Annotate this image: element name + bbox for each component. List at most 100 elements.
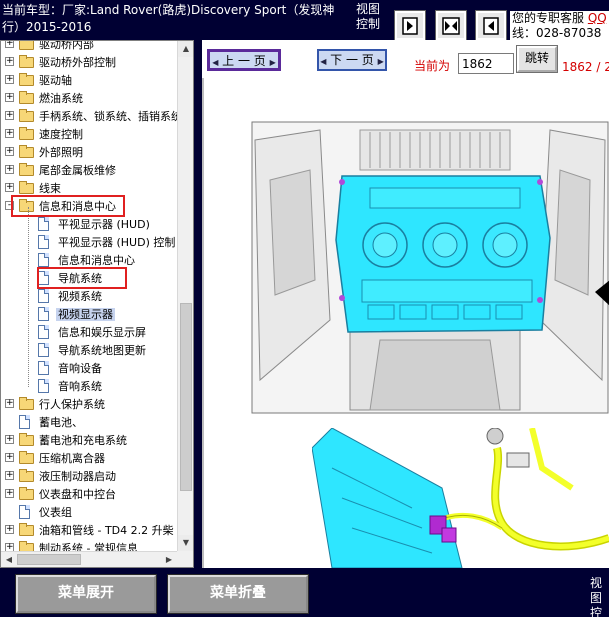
scroll-left-icon[interactable]: ◀ — [1, 552, 17, 567]
page-number-input[interactable] — [458, 53, 514, 74]
tree-item-label: 外部照明 — [39, 146, 83, 159]
document-panel: ◀ 上 一 页 ▶ ◀ 下 一 页 ▶ 当前为 跳转 1862 / 23 — [202, 40, 609, 568]
show-both-panels-button[interactable] — [435, 10, 467, 41]
expand-toggle-icon[interactable]: + — [5, 57, 14, 66]
tree-item[interactable]: + 蓄电池和充电系统 — [1, 431, 177, 449]
tree-item-label: 行人保护系统 — [39, 398, 105, 411]
expand-toggle-icon[interactable]: + — [5, 525, 14, 534]
expand-toggle-icon[interactable]: + — [5, 111, 14, 120]
document-icon — [38, 271, 49, 285]
folder-icon — [19, 163, 34, 176]
tree-horizontal-scroll-thumb[interactable] — [17, 554, 81, 565]
expand-toggle-icon[interactable]: + — [5, 93, 14, 102]
folder-icon — [19, 433, 34, 446]
panel-divider[interactable] — [202, 40, 204, 568]
tree-item[interactable]: + 速度控制 — [1, 125, 177, 143]
folder-icon — [19, 41, 34, 50]
previous-arrow-right-icon: ▶ — [269, 58, 276, 67]
arrow-left-icon — [483, 16, 499, 35]
document-icon — [19, 505, 30, 519]
scroll-up-icon[interactable]: ▲ — [178, 41, 193, 57]
folder-icon — [19, 109, 34, 122]
folder-icon — [19, 451, 34, 464]
tree-item-label: 音响设备 — [58, 362, 102, 375]
tree-item[interactable]: + 仪表盘和中控台 — [1, 485, 177, 503]
expand-menu-button[interactable]: 菜单展开 — [15, 574, 157, 614]
tree-item-label: 液压制动器启动 — [39, 470, 116, 483]
expand-toggle-icon[interactable]: + — [5, 41, 14, 48]
tree-item-label: 蓄电池和充电系统 — [39, 434, 127, 447]
tree-item[interactable]: + 外部照明 — [1, 143, 177, 161]
tree-guide-line — [28, 207, 29, 387]
expand-toggle-icon[interactable]: + — [5, 489, 14, 498]
previous-arrow-icon: ◀ — [212, 58, 219, 67]
tree-item[interactable]: + 驱动桥内部 — [1, 40, 177, 53]
jump-button[interactable]: 跳转 — [516, 45, 558, 73]
tree-item-label: 仪表组 — [39, 506, 72, 519]
expand-toggle-icon[interactable]: + — [5, 471, 14, 480]
tree-item[interactable]: + 压缩机离合器 — [1, 449, 177, 467]
expand-toggle-icon[interactable]: + — [5, 453, 14, 462]
document-icon — [38, 235, 49, 249]
page-count-text: 1862 / 23 — [562, 60, 609, 74]
current-vehicle-text: 当前车型：厂家:Land Rover(路虎)Discovery Sport（发现… — [2, 3, 335, 34]
header-bar: 当前车型：厂家:Land Rover(路虎)Discovery Sport（发现… — [0, 0, 609, 41]
tree-item-label: 平视显示器 (HUD) — [58, 218, 150, 231]
expand-toggle-icon[interactable]: + — [5, 183, 14, 192]
customer-service-box: 您的专职客服 QQ 线：028-87038 — [510, 11, 609, 40]
expand-toggle-icon[interactable]: + — [5, 147, 14, 156]
folder-icon — [19, 469, 34, 482]
expand-toggle-icon[interactable]: + — [5, 165, 14, 174]
tree-item-label: 音响系统 — [58, 380, 102, 393]
qq-link[interactable]: QQ — [588, 11, 607, 25]
tree-horizontal-scrollbar[interactable]: ◀ ▶ — [1, 551, 177, 567]
harness-connector-illustration — [312, 428, 609, 568]
show-right-panel-button[interactable] — [394, 10, 426, 41]
previous-page-button[interactable]: ◀ 上 一 页 ▶ — [207, 49, 281, 71]
tree-item[interactable]: + 驱动轴 — [1, 71, 177, 89]
previous-page-label: 上 一 页 — [222, 54, 266, 68]
tree-item[interactable]: + 尾部金属板维修 — [1, 161, 177, 179]
folder-icon — [19, 397, 34, 410]
tree-item[interactable]: 蓄电池、 — [1, 413, 177, 431]
app-window: 当前车型：厂家:Land Rover(路虎)Discovery Sport（发现… — [0, 0, 609, 617]
tree-item-label: 压缩机离合器 — [39, 452, 105, 465]
tree-item[interactable]: + 驱动桥外部控制 — [1, 53, 177, 71]
folder-icon — [19, 91, 34, 104]
tree-item-label: 信息和消息中心 — [39, 200, 116, 213]
expand-toggle-icon[interactable]: + — [5, 129, 14, 138]
expand-toggle-icon[interactable]: + — [5, 75, 14, 84]
tree-vertical-scroll-thumb[interactable] — [180, 303, 192, 491]
next-page-label: 下 一 页 — [330, 53, 374, 67]
document-icon — [19, 415, 30, 429]
tree-item[interactable]: + 液压制动器启动 — [1, 467, 177, 485]
tree-item[interactable]: + 线束 — [1, 179, 177, 197]
tree-item-label: 平视显示器 (HUD) 控制 — [58, 236, 176, 249]
tree-item-label: 驱动桥内部 — [39, 40, 94, 51]
expand-toggle-icon[interactable]: + — [5, 435, 14, 444]
tree-item-label: 视频系统 — [58, 290, 102, 303]
tree-vertical-scrollbar[interactable]: ▲ ▼ — [177, 41, 193, 551]
expand-toggle-icon[interactable]: + — [5, 399, 14, 408]
collapse-toggle-icon[interactable]: - — [5, 201, 14, 210]
tree-item-label: 蓄电池、 — [39, 416, 83, 429]
next-page-button[interactable]: ◀ 下 一 页 ▶ — [317, 49, 387, 71]
tree-item[interactable]: 仪表组 — [1, 503, 177, 521]
show-left-panel-button[interactable] — [475, 10, 507, 41]
collapse-menu-button[interactable]: 菜单折叠 — [167, 574, 309, 614]
tree-item[interactable]: + 油箱和管线 - TD4 2.2 升柴 — [1, 521, 177, 539]
folder-icon — [19, 127, 34, 140]
scroll-down-icon[interactable]: ▼ — [178, 535, 193, 551]
tree-item-label: 线束 — [39, 182, 61, 195]
next-arrow-left-icon: ◀ — [320, 57, 327, 66]
document-icon — [38, 379, 49, 393]
customer-service-phone: 线：028-87038 — [512, 26, 602, 40]
document-icon — [38, 289, 49, 303]
tree-item[interactable]: + 手柄系统、锁系统、插销系统 — [1, 107, 182, 125]
tree-item[interactable]: + 行人保护系统 — [1, 395, 177, 413]
scroll-right-icon[interactable]: ▶ — [161, 552, 177, 567]
folder-icon — [19, 145, 34, 158]
footer-view-control-label: 视图控制 — [590, 576, 603, 617]
tree-item[interactable]: + 燃油系统 — [1, 89, 177, 107]
tree-item-label: 导航系统地图更新 — [58, 344, 146, 357]
